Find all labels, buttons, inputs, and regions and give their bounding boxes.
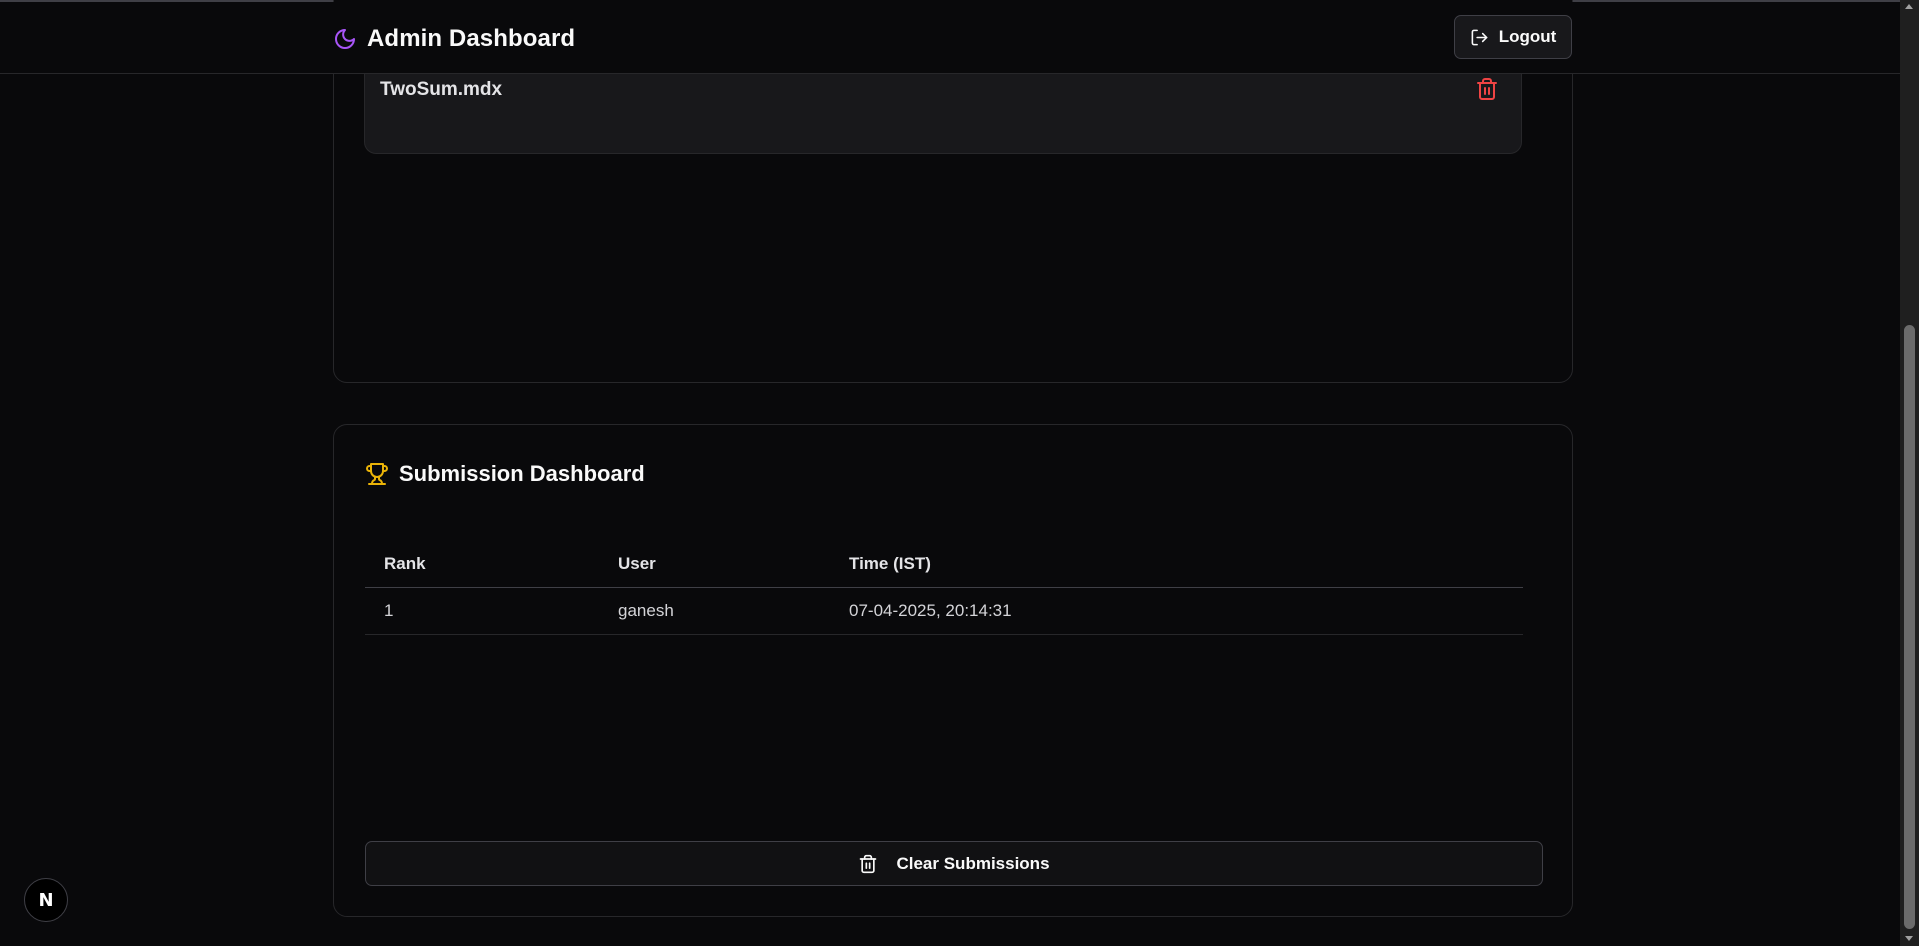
table-header-row: Rank User Time (IST): [365, 541, 1523, 588]
clear-submissions-button[interactable]: Clear Submissions: [365, 841, 1543, 886]
nextjs-dev-badge[interactable]: N: [24, 878, 68, 922]
cell-time: 07-04-2025, 20:14:31: [849, 601, 1012, 620]
trash-icon: [860, 854, 877, 873]
logout-button[interactable]: Logout: [1454, 15, 1572, 59]
page-title: Admin Dashboard: [367, 25, 576, 52]
nextjs-badge-label: N: [38, 889, 54, 911]
file-delete-button[interactable]: [1475, 77, 1499, 101]
submissions-table: Rank User Time (IST) 1 ganesh 07-04-2025…: [365, 541, 1523, 635]
scroll-down-arrow-icon[interactable]: [1905, 936, 1913, 941]
admin-page: TwoSum.mdx Admin Dashboard Logout Submis…: [0, 0, 1919, 946]
submission-dashboard-card: Submission Dashboard Rank User Time (IST…: [333, 424, 1573, 917]
scroll-up-arrow-icon[interactable]: [1905, 4, 1913, 9]
top-header: Admin Dashboard Logout: [0, 2, 1900, 74]
moon-icon: [335, 29, 355, 49]
clear-submissions-label: Clear Submissions: [896, 853, 1050, 873]
cell-user: ganesh: [618, 601, 674, 620]
column-header-time: Time (IST): [849, 554, 931, 573]
trash-icon: [1477, 78, 1497, 100]
column-header-rank: Rank: [384, 554, 426, 573]
trophy-icon: [366, 463, 388, 485]
vertical-scrollbar[interactable]: [1900, 0, 1919, 946]
submission-dashboard-heading: Submission Dashboard: [365, 461, 645, 487]
submission-dashboard-title: Submission Dashboard: [399, 461, 645, 486]
scroll-thumb[interactable]: [1904, 325, 1915, 929]
brand: Admin Dashboard: [333, 25, 575, 53]
cell-rank: 1: [384, 601, 394, 620]
logout-icon: [1471, 29, 1488, 45]
table-row: 1 ganesh 07-04-2025, 20:14:31: [365, 588, 1523, 635]
logout-label: Logout: [1498, 27, 1557, 46]
file-name: TwoSum.mdx: [380, 79, 503, 100]
column-header-user: User: [618, 554, 656, 573]
